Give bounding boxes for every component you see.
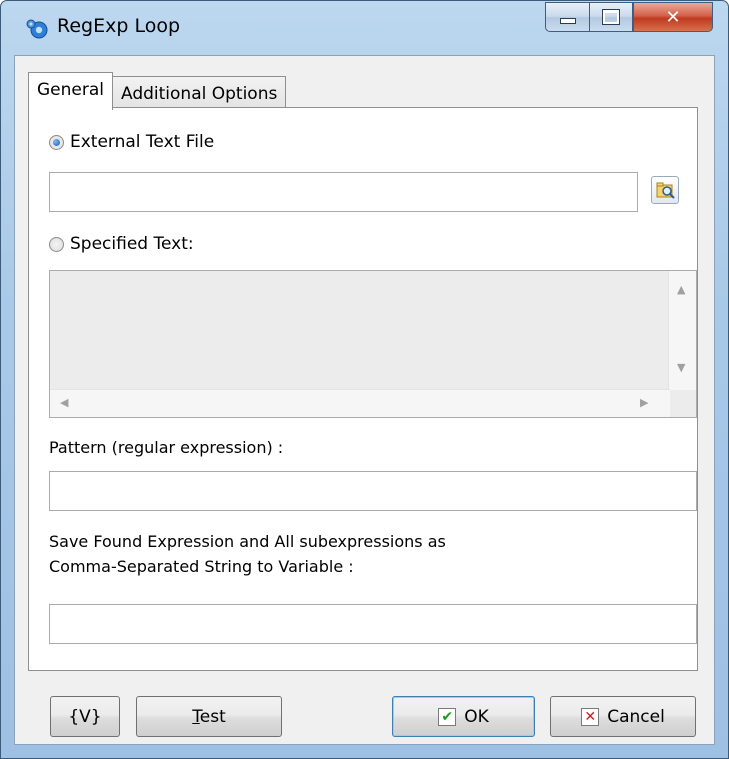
cancel-x-icon: ✕ xyxy=(581,707,600,726)
client-area: General Additional Options External Text… xyxy=(14,55,715,745)
cancel-button-label: Cancel xyxy=(607,706,665,727)
vertical-scrollbar[interactable]: ▲ ▼ xyxy=(668,271,696,390)
scroll-down-icon[interactable]: ▼ xyxy=(677,361,685,374)
ok-button-label: OK xyxy=(464,706,489,727)
pattern-label: Pattern (regular expression) : xyxy=(49,438,284,457)
specified-text-radio[interactable] xyxy=(49,236,64,252)
browse-folder-icon xyxy=(656,181,676,206)
pattern-field[interactable] xyxy=(49,471,697,511)
ok-button[interactable]: ✔ OK xyxy=(392,696,535,737)
browse-file-button[interactable] xyxy=(651,176,679,204)
minimize-button[interactable] xyxy=(545,2,589,32)
test-button-label: Test xyxy=(192,707,225,727)
scroll-left-icon[interactable]: ◀ xyxy=(60,396,68,409)
test-label-rest: est xyxy=(199,706,226,727)
cancel-button[interactable]: ✕ Cancel xyxy=(550,696,696,737)
scroll-up-icon[interactable]: ▲ xyxy=(677,283,685,296)
minimize-icon xyxy=(559,18,576,24)
save-variable-field[interactable] xyxy=(49,604,697,644)
save-variable-label-line1: Save Found Expression and All subexpress… xyxy=(49,532,446,551)
variables-button[interactable]: {V} xyxy=(50,696,120,737)
external-file-field[interactable] xyxy=(49,172,638,212)
specified-text-option[interactable]: Specified Text: xyxy=(49,234,194,254)
close-icon: ✕ xyxy=(665,6,681,28)
window-title: RegExp Loop xyxy=(57,15,181,37)
check-icon: ✔ xyxy=(438,707,457,726)
pattern-input[interactable] xyxy=(50,472,696,510)
close-button[interactable]: ✕ xyxy=(633,2,713,32)
external-text-file-radio[interactable] xyxy=(49,134,64,150)
tab-general[interactable]: General xyxy=(28,72,113,110)
variables-button-label: {V} xyxy=(68,706,102,727)
title-bar[interactable]: RegExp Loop ✕ xyxy=(1,1,728,51)
external-text-file-label: External Text File xyxy=(70,132,215,152)
external-text-file-option[interactable]: External Text File xyxy=(49,132,214,152)
save-variable-label-line2: Comma-Separated String to Variable : xyxy=(49,557,354,576)
maximize-icon xyxy=(602,9,620,25)
horizontal-scrollbar[interactable]: ◀ ▶ xyxy=(50,389,670,417)
app-icon xyxy=(25,17,49,41)
test-accelerator-letter: T xyxy=(192,706,200,727)
save-variable-input[interactable] xyxy=(50,605,696,643)
external-file-input[interactable] xyxy=(50,173,637,211)
scroll-right-icon[interactable]: ▶ xyxy=(640,396,648,409)
tab-additional-options[interactable]: Additional Options xyxy=(112,76,287,110)
test-button[interactable]: Test xyxy=(136,696,282,737)
tab-strip: General Additional Options xyxy=(28,70,287,110)
dialog-window: RegExp Loop ✕ General Additional Options… xyxy=(0,0,729,759)
specified-text-area[interactable]: ▲ ▼ ◀ ▶ xyxy=(49,270,697,418)
general-panel: External Text File Specified Text: ▲ ▼ ◀… xyxy=(28,107,698,671)
maximize-button[interactable] xyxy=(589,2,633,32)
specified-text-label: Specified Text: xyxy=(70,234,194,254)
